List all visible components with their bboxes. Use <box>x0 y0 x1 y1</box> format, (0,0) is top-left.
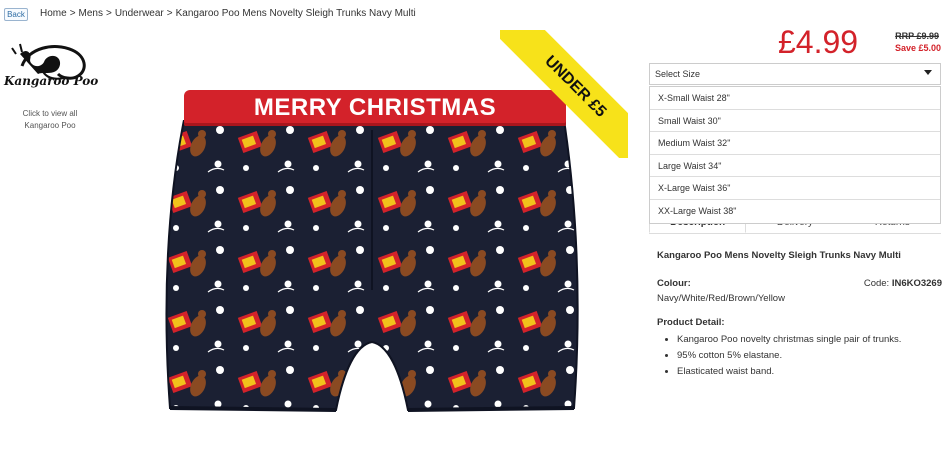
description-panel: Kangaroo Poo Mens Novelty Sleigh Trunks … <box>657 250 942 380</box>
svg-text:Kangaroo Poo: Kangaroo Poo <box>3 74 98 88</box>
size-option-l[interactable]: Large Waist 34" <box>650 155 940 178</box>
current-price: £4.99 <box>778 24 859 60</box>
size-options-list: X-Small Waist 28" Small Waist 30" Medium… <box>649 86 941 224</box>
under-5-badge-label: UNDER £5 <box>500 30 628 158</box>
product-detail-label: Product Detail: <box>657 317 725 328</box>
code-label: Code: <box>863 278 890 289</box>
detail-bullet: Kangaroo Poo novelty christmas single pa… <box>677 332 942 348</box>
breadcrumb-underwear[interactable]: Underwear <box>115 8 164 19</box>
rrp-price: RRP £9.99 <box>895 31 939 41</box>
trunks-illustration <box>165 120 579 412</box>
size-option-s[interactable]: Small Waist 30" <box>650 110 940 133</box>
size-select[interactable]: Select Size <box>649 63 941 85</box>
size-option-m[interactable]: Medium Waist 32" <box>650 132 940 155</box>
under-5-badge: UNDER £5 <box>500 30 628 158</box>
size-option-xxl[interactable]: XX-Large Waist 38" <box>650 200 940 223</box>
kangaroo-poo-logo[interactable]: Kangaroo Poo <box>2 40 98 102</box>
detail-bullet: Elasticated waist band. <box>677 364 942 380</box>
detail-bullet: 95% cotton 5% elastane. <box>677 348 942 364</box>
colour-label: Colour: <box>657 278 691 289</box>
brand-block[interactable]: Kangaroo Poo Click to view all Kangaroo … <box>2 40 98 132</box>
product-detail-list: Kangaroo Poo novelty christmas single pa… <box>657 332 942 380</box>
product-title: Kangaroo Poo Mens Novelty Sleigh Trunks … <box>657 250 901 261</box>
colour-value: Navy/White/Red/Brown/Yellow <box>657 293 785 304</box>
save-amount: Save £5.00 <box>894 43 941 53</box>
brand-caption-line1[interactable]: Click to view all <box>2 108 98 120</box>
chevron-down-icon[interactable] <box>924 70 932 75</box>
breadcrumb-current: Kangaroo Poo Mens Novelty Sleigh Trunks … <box>175 8 416 19</box>
size-select-value: Select Size <box>655 69 701 79</box>
size-option-xs[interactable]: X-Small Waist 28" <box>650 87 940 110</box>
back-button[interactable]: Back <box>4 8 28 21</box>
code-value: IN6KO3269 <box>891 278 942 289</box>
breadcrumb-mens[interactable]: Mens <box>79 8 103 19</box>
product-code: Code: IN6KO3269 <box>864 278 942 289</box>
size-option-xl[interactable]: X-Large Waist 36" <box>650 177 940 200</box>
brand-caption-line2[interactable]: Kangaroo Poo <box>2 120 98 132</box>
breadcrumb-home[interactable]: Home <box>40 8 67 19</box>
breadcrumb: Home > Mens > Underwear > Kangaroo Poo Mens No… <box>40 8 416 19</box>
